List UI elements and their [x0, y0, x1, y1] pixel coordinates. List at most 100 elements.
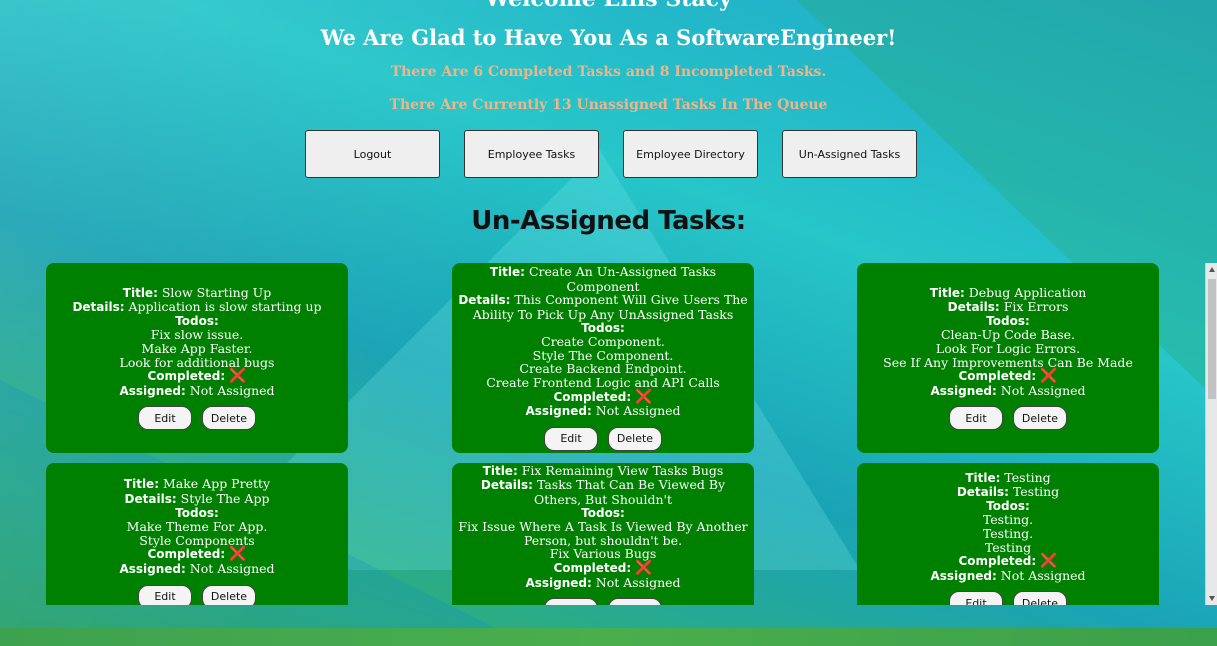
title-label: Title: — [965, 470, 1001, 485]
todo-item: Clean-Up Code Base. — [940, 327, 1076, 343]
not-completed-icon: ❌ — [1040, 553, 1058, 570]
assigned-value: Not Assigned — [1000, 382, 1086, 398]
assigned-value: Not Assigned — [189, 382, 275, 398]
card-actions: Edit Delete — [949, 406, 1067, 431]
edit-button[interactable]: Edit — [544, 598, 598, 605]
todo-item: Create Backend Endpoint. — [519, 361, 687, 377]
assigned-label: Assigned: — [930, 383, 997, 398]
task-details: Application is slow starting up — [128, 299, 322, 315]
not-completed-icon: ❌ — [1040, 368, 1058, 385]
task-details: Testing — [1012, 484, 1060, 500]
details-label: Details: — [458, 293, 511, 308]
unassigned-tasks-button[interactable]: Un-Assigned Tasks — [782, 130, 917, 178]
todo-item: Style The Component. — [532, 347, 674, 363]
completed-label: Completed: — [553, 560, 632, 575]
delete-button[interactable]: Delete — [1013, 591, 1067, 605]
not-completed-icon: ❌ — [635, 559, 653, 576]
task-details-row: Details: This Component Will Give Users … — [458, 293, 748, 321]
delete-button[interactable]: Delete — [608, 598, 662, 605]
delete-button[interactable]: Delete — [608, 426, 662, 451]
assigned-label: Assigned: — [119, 561, 186, 576]
todos-label: Todos: — [986, 498, 1030, 513]
employee-directory-button[interactable]: Employee Directory — [623, 130, 758, 178]
completed-row: Completed: ❌ — [553, 390, 652, 405]
card-actions: Edit Delete — [949, 591, 1067, 605]
assigned-row: Assigned: Not Assigned — [119, 562, 274, 577]
todo-item: Create Frontend Logic and API Calls — [486, 374, 720, 390]
card-actions: Edit Delete — [544, 426, 662, 451]
todo-item: Fix slow issue. — [150, 327, 244, 343]
details-label: Details: — [480, 478, 533, 493]
task-title: Create An Un-Assigned Tasks Component — [528, 264, 717, 294]
task-details-row: Details: Style The App — [125, 492, 270, 507]
assigned-label: Assigned: — [930, 568, 997, 583]
details-label: Details: — [124, 492, 177, 507]
assigned-row: Assigned: Not Assigned — [525, 404, 680, 419]
assigned-label: Assigned: — [525, 404, 592, 419]
task-title-row: Title: Make App Pretty — [124, 477, 270, 492]
task-title: Fix Remaining View Tasks Bugs — [521, 462, 724, 478]
todo-item: Create Component. — [541, 334, 665, 350]
todo-item: Fix Issue Where A Task Is Viewed By Anot… — [458, 519, 748, 548]
task-details: Style The App — [180, 491, 270, 507]
completed-row: Completed: ❌ — [147, 547, 246, 562]
details-label: Details: — [72, 300, 125, 315]
todo-item: See If Any Improvements Can Be Made — [883, 354, 1133, 370]
employee-tasks-button[interactable]: Employee Tasks — [464, 130, 599, 178]
assigned-value: Not Assigned — [595, 403, 681, 419]
not-completed-icon: ❌ — [635, 388, 653, 405]
delete-button[interactable]: Delete — [202, 584, 256, 605]
task-count-stat: There Are 6 Completed Tasks and 8 Incomp… — [390, 64, 827, 80]
assigned-value: Not Assigned — [189, 560, 275, 576]
task-grid: Title: Slow Starting Up Details: Applicat… — [0, 258, 1205, 605]
completed-label: Completed: — [958, 369, 1037, 384]
edit-button[interactable]: Edit — [138, 584, 192, 605]
task-details-row: Details: Fix Errors — [948, 300, 1069, 315]
card-actions: Edit Delete — [138, 584, 256, 605]
details-label: Details: — [956, 485, 1009, 500]
delete-button[interactable]: Delete — [202, 406, 256, 431]
edit-button[interactable]: Edit — [138, 406, 192, 431]
completed-row: Completed: ❌ — [958, 369, 1057, 384]
todos-label: Todos: — [175, 313, 219, 328]
completed-label: Completed: — [958, 554, 1037, 569]
task-details-row: Details: Application is slow starting up — [72, 300, 321, 315]
not-completed-icon: ❌ — [229, 546, 247, 563]
todo-item: Testing — [984, 539, 1032, 555]
card-actions: Edit Delete — [138, 406, 256, 431]
scroll-down-icon[interactable] — [1209, 596, 1215, 601]
task-card: Title: Make App Pretty Details: Style The… — [46, 463, 348, 605]
completed-label: Completed: — [147, 547, 226, 562]
todo-item: Testing. — [982, 526, 1034, 541]
scroll-up-icon[interactable] — [1209, 267, 1215, 272]
task-title-row: Title: Slow Starting Up — [123, 284, 272, 301]
task-title: Slow Starting Up — [161, 284, 272, 300]
assigned-row: Assigned: Not Assigned — [930, 382, 1086, 399]
delete-button[interactable]: Delete — [1013, 406, 1067, 431]
todos-label: Todos: — [581, 505, 625, 520]
edit-button[interactable]: Edit — [544, 426, 598, 451]
scroll-thumb[interactable] — [1208, 279, 1216, 399]
todo-item: Testing. — [982, 512, 1034, 528]
assigned-value: Not Assigned — [595, 574, 681, 590]
edit-button[interactable]: Edit — [949, 591, 1003, 605]
card-actions: Edit Delete — [544, 598, 662, 605]
assigned-row: Assigned: Not Assigned — [119, 382, 275, 399]
task-details-row: Details: Tasks That Can Be Viewed By Oth… — [458, 478, 748, 506]
edit-button[interactable]: Edit — [949, 406, 1003, 431]
task-title: Make App Pretty — [162, 476, 271, 492]
todo-item: Make Theme For App. — [126, 519, 268, 535]
completed-row: Completed: ❌ — [553, 561, 652, 576]
todos-label: Todos: — [986, 313, 1030, 328]
details-label: Details: — [947, 300, 1000, 315]
task-title-row: Title: Fix Remaining View Tasks Bugs — [483, 464, 724, 479]
task-details: Fix Errors — [1003, 299, 1069, 315]
task-card: Title: Testing Details: Testing Todos: Test… — [857, 463, 1159, 605]
todos-label: Todos: — [175, 505, 219, 520]
scrollbar[interactable] — [1205, 263, 1217, 605]
assigned-row: Assigned: Not Assigned — [930, 567, 1086, 584]
footer-bar — [0, 628, 1217, 646]
assigned-value: Not Assigned — [1000, 567, 1086, 583]
completed-row: Completed: ❌ — [958, 554, 1057, 569]
logout-button[interactable]: Logout — [305, 130, 440, 178]
